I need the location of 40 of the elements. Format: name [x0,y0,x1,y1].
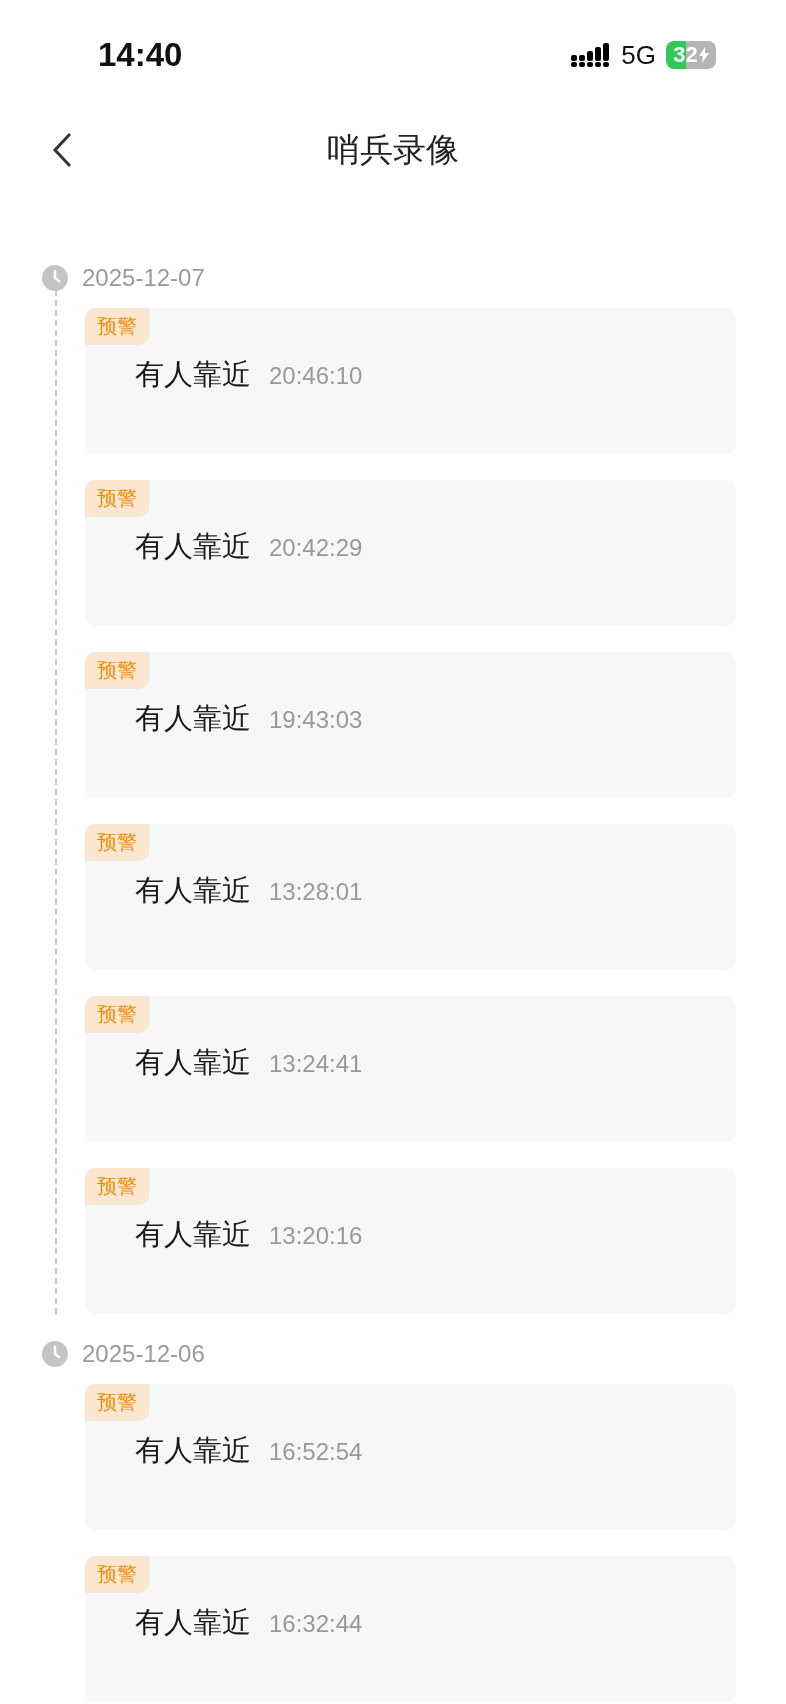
alert-tag: 预警 [85,1556,149,1593]
event-title: 有人靠近 [135,1216,251,1253]
alert-tag: 预警 [85,652,149,689]
alert-tag: 预警 [85,1384,149,1421]
signal-icon [571,43,612,67]
event-time: 13:28:01 [269,878,363,906]
network-label: 5G [621,39,656,71]
event-title: 有人靠近 [135,356,251,393]
event-time: 19:43:03 [269,706,363,734]
event-time: 20:42:29 [269,534,363,562]
event-title: 有人靠近 [135,1432,251,1469]
alert-tag: 预警 [85,996,149,1033]
date-label: 2025-12-06 [82,1340,205,1368]
event-time: 13:24:41 [269,1050,363,1078]
event-card[interactable]: 预警 有人靠近 13:28:01 [85,824,736,970]
date-label: 2025-12-07 [82,264,205,292]
status-time: 14:40 [98,36,183,74]
event-title: 有人靠近 [135,700,251,737]
alert-tag: 预警 [85,308,149,345]
alert-tag: 预警 [85,1168,149,1205]
event-time: 13:20:16 [269,1222,363,1250]
event-title: 有人靠近 [135,1604,251,1641]
back-icon[interactable] [52,132,72,168]
event-title: 有人靠近 [135,528,251,565]
event-title: 有人靠近 [135,1044,251,1081]
event-card[interactable]: 预警 有人靠近 13:24:41 [85,996,736,1142]
event-time: 16:52:54 [269,1438,363,1466]
clock-icon [42,1341,68,1367]
event-card[interactable]: 预警 有人靠近 16:32:44 [85,1556,736,1702]
event-card[interactable]: 预警 有人靠近 16:52:54 [85,1384,736,1530]
page-title: 哨兵录像 [327,128,459,171]
event-time: 20:46:10 [269,362,363,390]
event-card[interactable]: 预警 有人靠近 19:43:03 [85,652,736,798]
event-card[interactable]: 预警 有人靠近 20:42:29 [85,480,736,626]
event-card[interactable]: 预警 有人靠近 13:20:16 [85,1168,736,1314]
event-card[interactable]: 预警 有人靠近 20:46:10 [85,308,736,454]
event-time: 16:32:44 [269,1610,363,1638]
alert-tag: 预警 [85,480,149,517]
event-title: 有人靠近 [135,872,251,909]
alert-tag: 预警 [85,824,149,861]
